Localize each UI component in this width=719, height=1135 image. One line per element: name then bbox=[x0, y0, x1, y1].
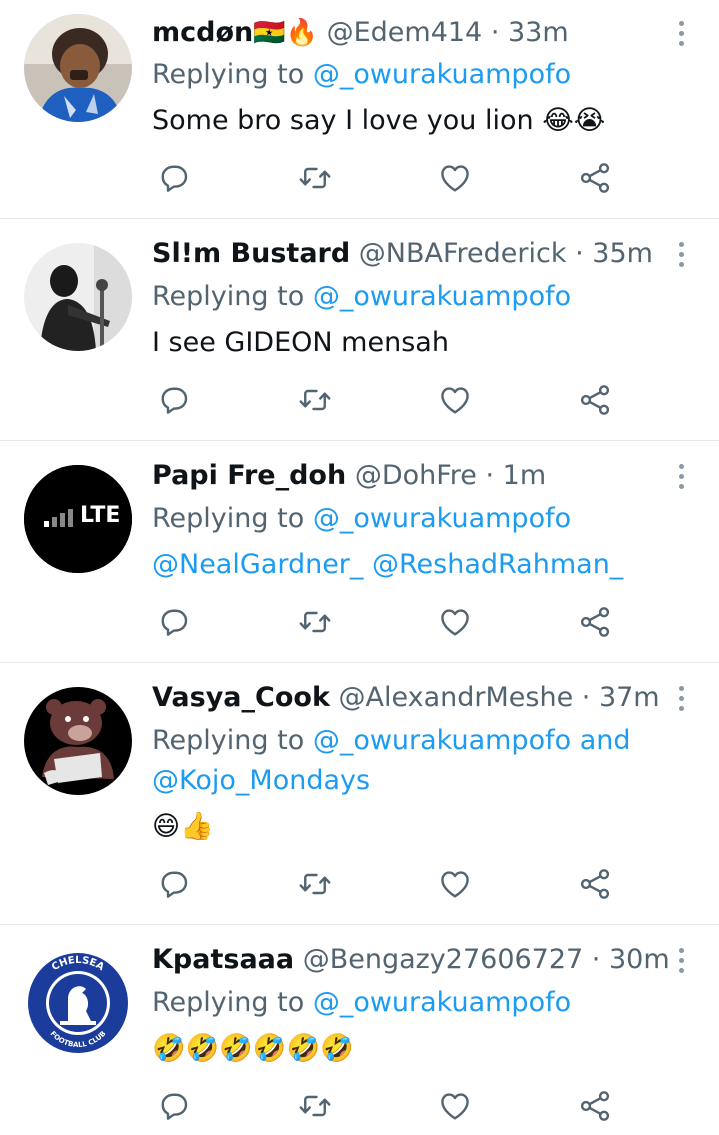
retweet-icon[interactable] bbox=[295, 380, 335, 420]
person-photo-avatar bbox=[24, 243, 132, 351]
separator-dot: · bbox=[476, 460, 503, 491]
reply-mention-link[interactable]: @_owurakuampofo and bbox=[313, 725, 631, 756]
separator-dot: · bbox=[566, 238, 593, 269]
share-icon[interactable] bbox=[575, 380, 615, 420]
display-name[interactable]: Papi Fre_doh bbox=[152, 460, 346, 491]
avatar[interactable]: LTE bbox=[24, 465, 132, 573]
tweet[interactable]: CHELSEA FOOTBALL CLUB Kpatsaaa @Bengazy2… bbox=[0, 925, 719, 1135]
more-icon[interactable] bbox=[671, 945, 691, 975]
timestamp[interactable]: 33m bbox=[508, 17, 569, 48]
tweet-header: Papi Fre_doh @DohFre · 1m bbox=[152, 459, 546, 493]
timestamp[interactable]: 30m bbox=[609, 944, 670, 975]
tweet-header: Sl!m Bustard @NBAFrederick · 35m bbox=[152, 237, 653, 271]
timestamp[interactable]: 35m bbox=[592, 238, 653, 269]
replying-prefix: Replying to bbox=[152, 725, 305, 756]
name-emoji: 🇬🇭🔥 bbox=[253, 18, 318, 48]
retweet-icon[interactable] bbox=[295, 602, 335, 642]
replying-to: Replying to @_owurakuampofo and bbox=[152, 721, 631, 761]
reply-icon[interactable] bbox=[154, 158, 194, 198]
replying-prefix: Replying to bbox=[152, 503, 305, 534]
more-icon[interactable] bbox=[671, 18, 691, 48]
tweet-text: I see GIDEON mensah bbox=[152, 327, 449, 358]
action-bar bbox=[152, 380, 622, 420]
handle[interactable]: @Bengazy27606727 bbox=[303, 944, 584, 975]
more-icon[interactable] bbox=[671, 683, 691, 713]
tweet-text: 😄👍 bbox=[152, 811, 214, 842]
reply-mention-link[interactable]: @_owurakuampofo bbox=[313, 59, 571, 90]
avatar[interactable] bbox=[24, 14, 132, 122]
replying-to: Replying to @_owurakuampofo bbox=[152, 499, 571, 539]
more-icon[interactable] bbox=[671, 239, 691, 269]
tweet-text: Some bro say I love you lion 😂😭 bbox=[152, 105, 606, 136]
tweet-header: Vasya_Cook @AlexandrMeshe · 37m bbox=[152, 681, 660, 715]
like-icon[interactable] bbox=[435, 864, 475, 904]
action-bar bbox=[152, 1086, 622, 1126]
replying-to: Replying to @_owurakuampofo bbox=[152, 983, 571, 1023]
tweet[interactable]: mcdøn🇬🇭🔥 @Edem414 · 33m Replying to @_ow… bbox=[0, 0, 719, 219]
replying-prefix: Replying to bbox=[152, 281, 305, 312]
tweet-header: Kpatsaaa @Bengazy27606727 · 30m bbox=[152, 943, 670, 977]
avatar[interactable]: CHELSEA FOOTBALL CLUB bbox=[24, 949, 132, 1057]
reply-icon[interactable] bbox=[154, 602, 194, 642]
reply-mention-link[interactable]: @_owurakuampofo bbox=[313, 503, 571, 534]
like-icon[interactable] bbox=[435, 1086, 475, 1126]
retweet-icon[interactable] bbox=[295, 1086, 335, 1126]
handle[interactable]: @Edem414 bbox=[327, 17, 483, 48]
timestamp[interactable]: 37m bbox=[599, 682, 660, 713]
retweet-icon[interactable] bbox=[295, 158, 335, 198]
reply-icon[interactable] bbox=[154, 380, 194, 420]
share-icon[interactable] bbox=[575, 158, 615, 198]
timestamp[interactable]: 1m bbox=[503, 460, 546, 491]
replying-to: Replying to @_owurakuampofo bbox=[152, 277, 571, 317]
reply-icon[interactable] bbox=[154, 864, 194, 904]
replying-to: Replying to @_owurakuampofo bbox=[152, 55, 571, 95]
action-bar bbox=[152, 602, 622, 642]
action-bar bbox=[152, 864, 622, 904]
more-icon[interactable] bbox=[671, 461, 691, 491]
share-icon[interactable] bbox=[575, 1086, 615, 1126]
avatar[interactable] bbox=[24, 243, 132, 351]
reply-mention-link[interactable]: @_owurakuampofo bbox=[313, 987, 571, 1018]
action-bar bbox=[152, 158, 622, 198]
reply-icon[interactable] bbox=[154, 1086, 194, 1126]
replying-prefix: Replying to bbox=[152, 59, 305, 90]
child-photo-avatar bbox=[24, 14, 132, 122]
handle[interactable]: @NBAFrederick bbox=[359, 238, 567, 269]
tweet[interactable]: LTE Papi Fre_doh @DohFre · 1m Replying t… bbox=[0, 441, 719, 663]
like-icon[interactable] bbox=[435, 602, 475, 642]
display-name[interactable]: mcdøn bbox=[152, 17, 253, 48]
like-icon[interactable] bbox=[435, 158, 475, 198]
bear-cartoon-avatar bbox=[24, 687, 132, 795]
like-icon[interactable] bbox=[435, 380, 475, 420]
handle[interactable]: @AlexandrMeshe bbox=[339, 682, 574, 713]
display-name[interactable]: Sl!m Bustard bbox=[152, 238, 350, 269]
tweet-header: mcdøn🇬🇭🔥 @Edem414 · 33m bbox=[152, 16, 569, 50]
tweet[interactable]: Vasya_Cook @AlexandrMeshe · 37m Replying… bbox=[0, 663, 719, 925]
display-name[interactable]: Kpatsaaa bbox=[152, 944, 294, 975]
lte-label: LTE bbox=[80, 503, 121, 528]
separator-dot: · bbox=[482, 17, 508, 48]
chelsea-crest-avatar: CHELSEA FOOTBALL CLUB bbox=[24, 949, 132, 1057]
separator-dot: · bbox=[583, 944, 609, 975]
share-icon[interactable] bbox=[575, 602, 615, 642]
replying-prefix: Replying to bbox=[152, 987, 305, 1018]
avatar[interactable] bbox=[24, 687, 132, 795]
replying-to-continued: @Kojo_Mondays bbox=[152, 761, 370, 801]
share-icon[interactable] bbox=[575, 864, 615, 904]
handle[interactable]: @DohFre bbox=[355, 460, 477, 491]
separator-dot: · bbox=[573, 682, 599, 713]
tweet-text: 🤣🤣🤣🤣🤣🤣 bbox=[152, 1033, 354, 1064]
reply-mention-link[interactable]: @Kojo_Mondays bbox=[152, 765, 370, 796]
tweet-mentions[interactable]: @NealGardner_ @ReshadRahman_ bbox=[152, 545, 623, 585]
display-name[interactable]: Vasya_Cook bbox=[152, 682, 330, 713]
tweet[interactable]: Sl!m Bustard @NBAFrederick · 35m Replyin… bbox=[0, 219, 719, 441]
reply-mention-link[interactable]: @_owurakuampofo bbox=[313, 281, 571, 312]
retweet-icon[interactable] bbox=[295, 864, 335, 904]
